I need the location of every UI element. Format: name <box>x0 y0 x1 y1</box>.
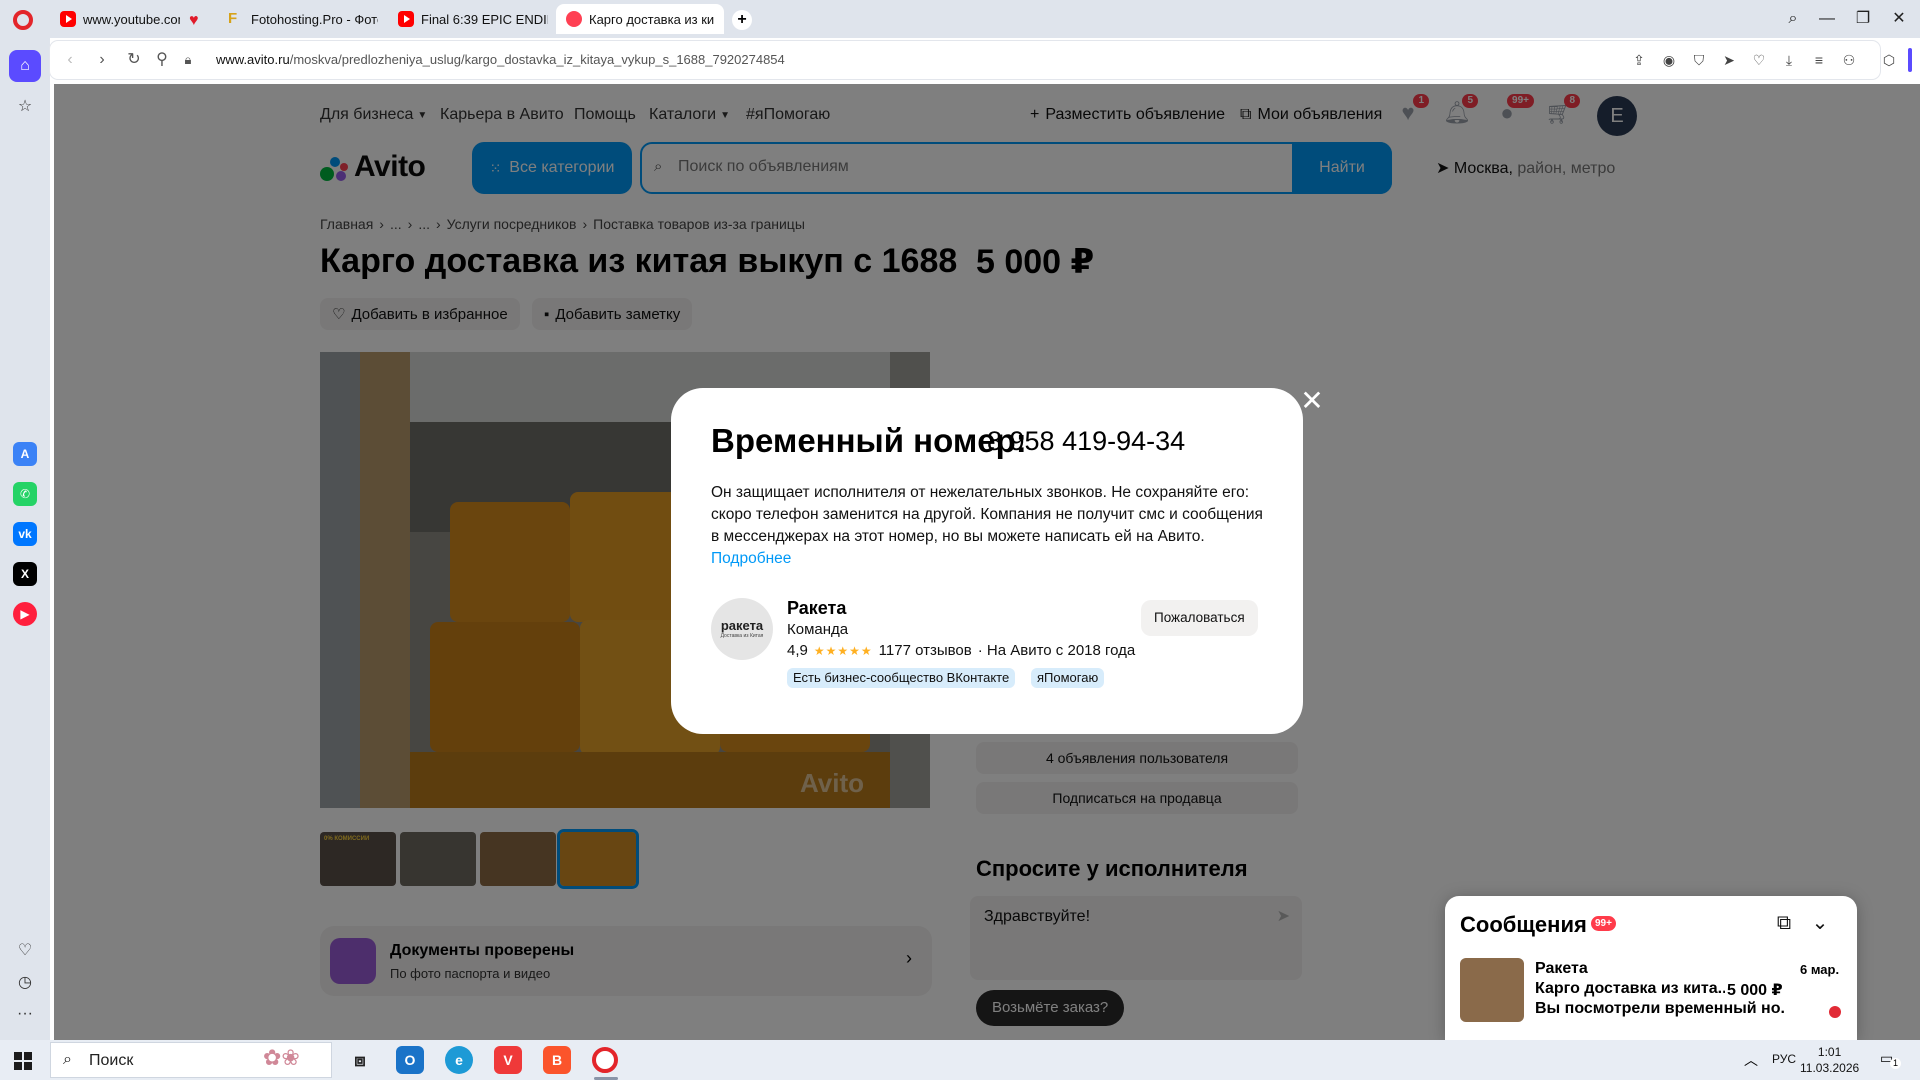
youtube-icon <box>60 11 76 27</box>
edge-icon[interactable]: e <box>445 1046 473 1074</box>
browser-sidebar: ⌂ ☆ A ✆ vk X ▶ ♡ ◷ ··· <box>0 38 50 1040</box>
more-info-link[interactable]: Подробнее <box>711 550 791 567</box>
language-indicator[interactable]: РУС <box>1772 1052 1796 1066</box>
unread-dot <box>1829 1006 1841 1018</box>
chat-date: 6 мар. <box>1800 962 1840 977</box>
forward-icon[interactable]: › <box>92 50 112 70</box>
outlook-icon[interactable]: O <box>396 1046 424 1074</box>
open-external-icon[interactable]: ⧉ <box>1771 910 1797 936</box>
temporary-phone-number[interactable]: 8 958 419-94-34 <box>987 426 1185 457</box>
rating-stars-icon: ★★★★★ <box>813 643 873 658</box>
profile-icon[interactable]: ⚇ <box>1840 51 1858 69</box>
avito-icon <box>566 11 582 27</box>
search-icon: ⌕ <box>63 1051 72 1068</box>
shield-icon[interactable]: ⛉ <box>1690 51 1708 69</box>
camera-icon[interactable]: ◉ <box>1660 51 1678 69</box>
download-icon[interactable]: ⤓ <box>1780 51 1798 69</box>
messenger-widget: Сообщения 99+ ⧉ ⌄ Ракета 6 мар. Карго до… <box>1445 896 1857 1040</box>
tab-fotohosting[interactable]: F Fotohosting.Pro - Фотохо <box>218 4 388 34</box>
temporary-number-modal: Временный номер: 8 958 419-94-34 Он защи… <box>671 388 1303 734</box>
chat-name[interactable]: Ракета <box>1535 960 1588 978</box>
page-viewport: Для бизнеса▼ Карьера в Авито Помощь Ката… <box>54 84 1920 1040</box>
windows-taskbar: ⌕ Поиск ✿❀ ⧈ O e V B ︿ РУС 1:01 11.03.20… <box>0 1040 1920 1080</box>
cube-icon[interactable]: ⬡ <box>1880 51 1898 69</box>
fotohosting-icon: F <box>228 10 238 27</box>
youtube-icon <box>398 11 414 27</box>
send-icon[interactable]: ➤ <box>1720 51 1738 69</box>
back-icon[interactable]: ‹ <box>60 50 80 70</box>
seller-avatar[interactable]: ракета Доставка из Китая <box>711 598 773 660</box>
modal-description: Он защищает исполнителя от нежелательных… <box>711 484 1263 567</box>
heart-badge-icon: ♥ <box>189 12 199 29</box>
taskbar-search[interactable]: ⌕ Поиск ✿❀ <box>50 1042 332 1078</box>
reload-icon[interactable]: ↻ <box>124 50 144 70</box>
heart-icon[interactable]: ♡ <box>1750 51 1768 69</box>
seller-type: Команда <box>787 621 849 638</box>
chat-price: 5 000 ₽ <box>1727 982 1783 999</box>
modal-title: Временный номер: <box>711 422 1027 459</box>
chat-thumbnail[interactable] <box>1460 958 1524 1022</box>
chat-item: Карго доставка из кита... <box>1535 980 1725 997</box>
share-icon[interactable]: ⇪ <box>1630 51 1648 69</box>
reviews-link[interactable]: 1177 отзывов <box>879 642 972 659</box>
messenger-title: Сообщения <box>1460 912 1587 937</box>
vivaldi-icon[interactable]: V <box>494 1046 522 1074</box>
chat-preview: Вы посмотрели временный но... <box>1535 1000 1785 1017</box>
opera-menu-icon[interactable] <box>13 10 33 30</box>
url-field[interactable]: www.avito.ru/moskva/predlozheniya_uslug/… <box>216 52 785 67</box>
seller-rating: 4,9 ★★★★★ 1177 отзывов · На Авито с 2018… <box>787 642 1136 659</box>
messenger-badge: 99+ <box>1591 916 1616 931</box>
task-view-icon[interactable]: ⧈ <box>346 1046 374 1074</box>
restore-icon[interactable]: ❐ <box>1852 8 1874 30</box>
vk-icon[interactable]: vk <box>13 522 37 546</box>
location-pin-icon[interactable]: ⚲ <box>152 50 172 70</box>
aria-ai-icon[interactable]: A <box>13 442 37 466</box>
history-clock-icon[interactable]: ◷ <box>9 966 41 998</box>
chevron-down-icon[interactable]: ⌄ <box>1807 910 1833 936</box>
tab-avito-active[interactable]: Карго доставка из китая <box>556 4 724 34</box>
pinboard-icon[interactable]: ☆ <box>9 90 41 122</box>
home-icon[interactable]: ⌂ <box>9 50 41 82</box>
whatsapp-icon[interactable]: ✆ <box>13 482 37 506</box>
tag-vk-community[interactable]: Есть бизнес-сообщество ВКонтакте <box>787 668 1016 688</box>
opera-icon[interactable] <box>592 1047 618 1073</box>
favorites-heart-icon[interactable]: ♡ <box>9 934 41 966</box>
windows-start-icon[interactable] <box>14 1052 32 1070</box>
minimize-icon[interactable]: — <box>1816 8 1838 30</box>
tab-search-icon[interactable]: ⌕ <box>1782 8 1804 30</box>
tab-bar: www.youtube.com ♥ F Fotohosting.Pro - Фо… <box>0 0 1920 38</box>
clock[interactable]: 1:01 11.03.2026 <box>1800 1044 1859 1076</box>
tray-chevron-up-icon[interactable]: ︿ <box>1744 1050 1758 1070</box>
x-twitter-icon[interactable]: X <box>13 562 37 586</box>
easy-setup-icon[interactable]: ≡ <box>1810 51 1828 69</box>
address-bar: ‹ › ↻ ⚲ 🔒︎ www.avito.ru/moskva/predlozhe… <box>50 41 1895 79</box>
music-player-icon[interactable]: ▶ <box>13 602 37 626</box>
tag-ya-pomogayu[interactable]: яПомогаю <box>1031 668 1105 688</box>
notification-center-icon[interactable]: ▭ 1 <box>1880 1050 1901 1069</box>
close-window-icon[interactable]: ✕ <box>1888 8 1910 30</box>
sidebar-toggle[interactable] <box>1908 48 1912 72</box>
close-icon[interactable]: ✕ <box>1297 386 1327 416</box>
more-dots-icon[interactable]: ··· <box>9 998 41 1030</box>
seller-name[interactable]: Ракета <box>787 598 846 619</box>
new-tab-button[interactable]: + <box>732 10 752 30</box>
flowers-decoration-icon: ✿❀ <box>263 1045 300 1070</box>
tab-youtube[interactable]: www.youtube.com <box>50 4 190 34</box>
lock-icon[interactable]: 🔒︎ <box>178 50 198 70</box>
tab-youtube-video[interactable]: Final 6:39 EPIC ENDING N <box>388 4 558 34</box>
brave-icon[interactable]: B <box>543 1046 571 1074</box>
report-button[interactable]: Пожаловаться <box>1141 600 1258 636</box>
